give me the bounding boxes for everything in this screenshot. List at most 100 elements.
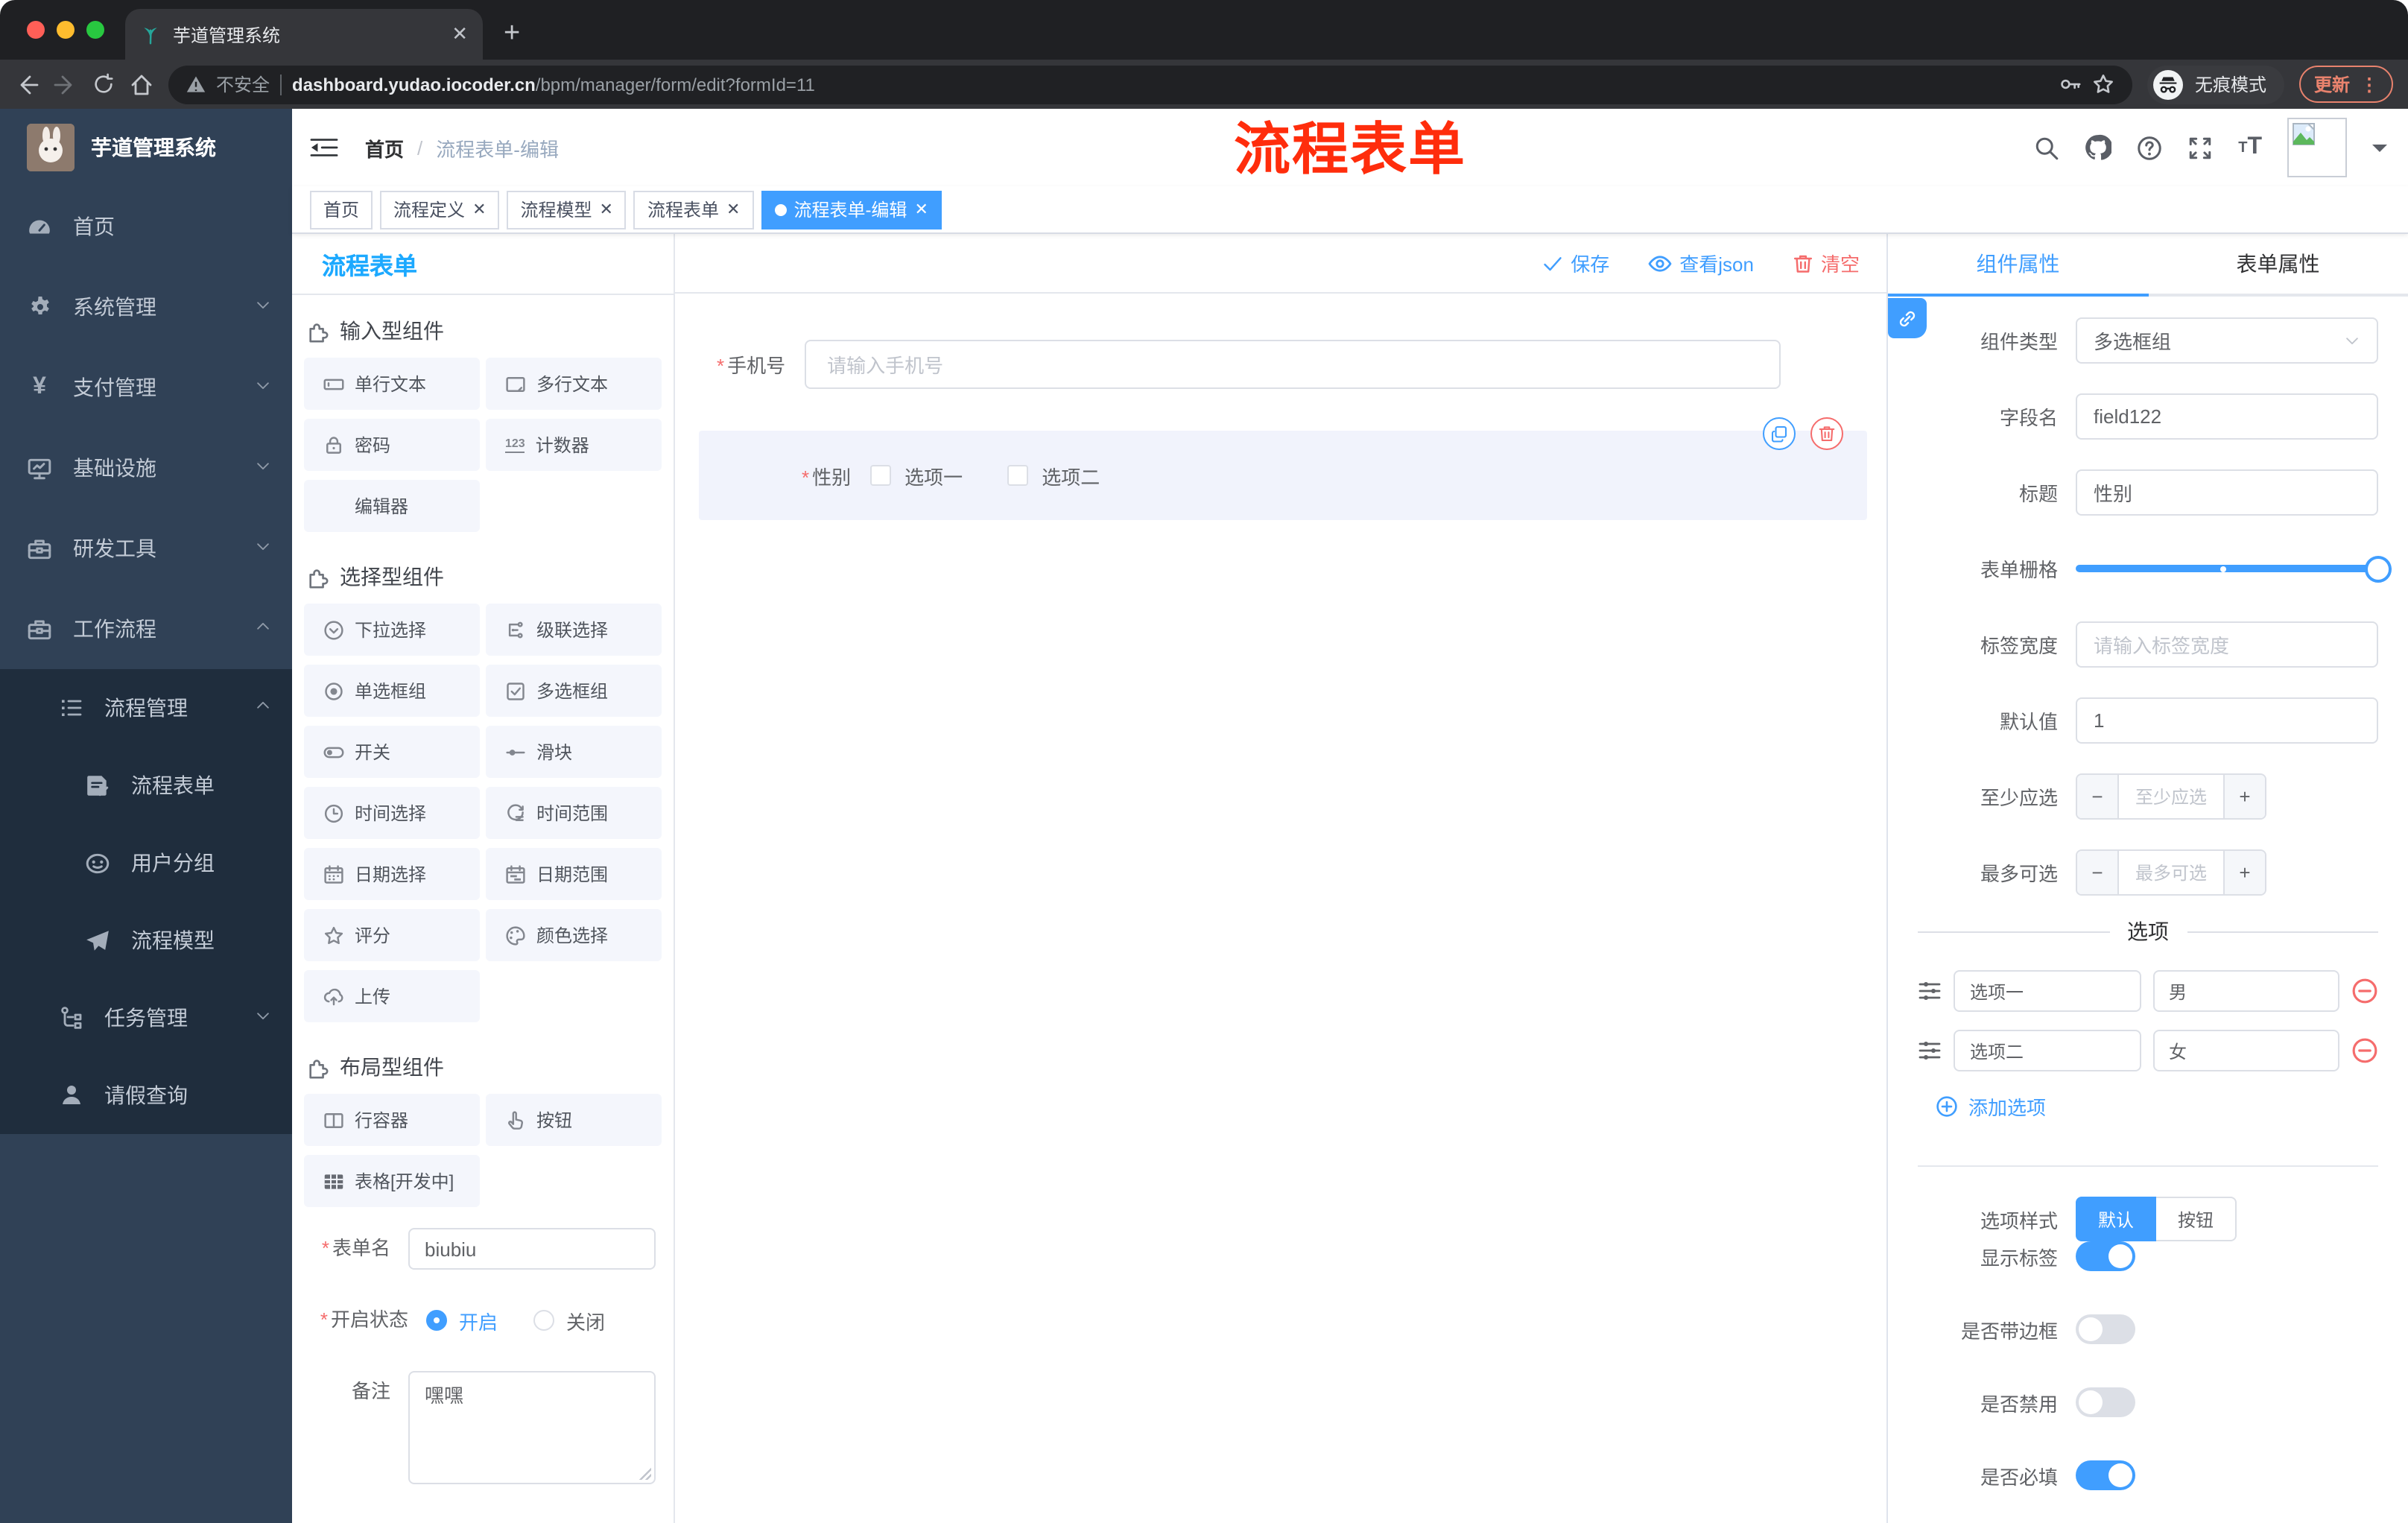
component-chip-time-picker[interactable]: 时间选择 [304,787,480,839]
component-chip-row-container[interactable]: 行容器 [304,1094,480,1146]
new-tab-button[interactable]: + [504,18,520,60]
max-select-input[interactable]: 最多可选 [2119,851,2223,894]
view-json-button[interactable]: 查看json [1648,249,1754,277]
option-value-input[interactable]: 女 [2152,1030,2339,1071]
maximize-window-button[interactable] [86,21,104,39]
component-chip-slider[interactable]: 滑块 [486,726,662,778]
form-name-input[interactable]: biubiu [408,1228,656,1270]
component-chip-color-picker[interactable]: 颜色选择 [486,909,662,961]
component-chip-editor[interactable]: 编辑器 [304,480,480,532]
component-chip-select[interactable]: 下拉选择 [304,604,480,656]
avatar-caret-icon[interactable] [2372,144,2387,159]
min-select-stepper[interactable]: − 至少应选 + [2076,773,2266,820]
slider-handle[interactable] [2365,555,2392,582]
label-width-input[interactable]: 请输入标签宽度 [2076,621,2378,668]
component-chip-time-range[interactable]: 时间范围 [486,787,662,839]
component-chip-multi-text[interactable]: 多行文本 [486,358,662,410]
minus-button[interactable]: − [2077,851,2119,894]
github-icon[interactable] [2085,134,2112,161]
component-chip-checkbox-group[interactable]: 多选框组 [486,665,662,717]
sidebar-item-home[interactable]: 首页 [0,186,292,267]
canvas-field-gender-selected[interactable]: * 性别 选项一 选项二 [699,417,1867,520]
save-button[interactable]: 保存 [1542,249,1609,277]
sidebar-item-process-model[interactable]: 流程模型 [0,902,292,979]
field-name-input[interactable]: field122 [2076,393,2378,440]
option-value-input[interactable]: 男 [2152,970,2339,1012]
search-icon[interactable] [2034,135,2059,160]
browser-menu-icon[interactable]: ⋮ [2360,74,2378,95]
sidebar-item-process-form[interactable]: 流程表单 [0,747,292,824]
close-icon[interactable]: ✕ [726,200,740,219]
remove-option-icon[interactable] [2351,1037,2378,1064]
tab-process-form-edit[interactable]: 流程表单-编辑 ✕ [761,190,942,229]
style-button-button[interactable]: 按钮 [2156,1197,2237,1241]
status-radio-off[interactable]: 关闭 [533,1306,605,1334]
with-border-toggle[interactable] [2076,1314,2135,1344]
component-chip-button[interactable]: 按钮 [486,1094,662,1146]
close-icon[interactable]: ✕ [600,200,613,219]
address-bar[interactable]: 不安全 dashboard.yudao.iocoder.cn/bpm/manag… [168,65,2132,104]
minimize-window-button[interactable] [57,21,75,39]
sidebar-item-user-group[interactable]: 用户分组 [0,824,292,902]
sidebar-item-task-mgmt[interactable]: 任务管理 [0,979,292,1057]
tab-form-props[interactable]: 表单属性 [2148,234,2408,297]
link-icon[interactable] [1888,298,1927,338]
slider-track[interactable] [2076,555,2392,582]
tab-home[interactable]: 首页 [310,190,373,229]
option-label-input[interactable]: 选项二 [1954,1030,2141,1071]
default-value-input[interactable]: 1 [2076,697,2378,744]
canvas-body[interactable]: * 手机号 请输入手机号 * 性别 选项一 选项二 [675,294,1886,1523]
component-chip-date-picker[interactable]: 日期选择 [304,848,480,900]
min-select-input[interactable]: 至少应选 [2119,775,2223,818]
component-chip-single-text[interactable]: 单行文本 [304,358,480,410]
plus-button[interactable]: + [2223,851,2265,894]
plus-button[interactable]: + [2223,775,2265,818]
gender-checkbox-option1[interactable]: 选项一 [870,461,963,490]
duplicate-field-button[interactable] [1763,417,1796,450]
close-icon[interactable]: ✕ [472,200,486,219]
tab-process-definition[interactable]: 流程定义 ✕ [380,190,500,229]
sidebar-item-workflow[interactable]: 工作流程 [0,589,292,669]
component-chip-counter[interactable]: 123 计数器 [486,419,662,471]
sidebar-item-payment[interactable]: ¥ 支付管理 [0,347,292,428]
component-chip-cascader[interactable]: 级联选择 [486,604,662,656]
close-tab-icon[interactable]: ✕ [452,22,468,46]
style-default-button[interactable]: 默认 [2076,1197,2156,1241]
gender-checkbox-option2[interactable]: 选项二 [1007,461,1100,490]
warning-icon[interactable] [186,75,206,94]
home-icon[interactable] [130,72,153,96]
delete-field-button[interactable] [1810,417,1843,450]
add-option-button[interactable]: 添加选项 [1936,1092,2378,1121]
component-type-select[interactable]: 多选框组 [2076,317,2378,364]
max-select-stepper[interactable]: − 最多可选 + [2076,849,2266,896]
component-chip-rate[interactable]: 评分 [304,909,480,961]
form-grid-slider[interactable] [2076,545,2392,592]
help-icon[interactable] [2137,135,2162,160]
bookmark-star-icon[interactable] [2092,73,2114,95]
avatar[interactable] [2287,118,2347,177]
browser-update-button[interactable]: 更新 ⋮ [2298,66,2393,103]
clear-button[interactable]: 清空 [1793,249,1860,277]
drag-handle-icon[interactable] [1918,979,1942,1003]
component-chip-table[interactable]: 表格[开发中] [304,1155,480,1207]
option-label-input[interactable]: 选项一 [1954,970,2141,1012]
sidebar-item-process-mgmt[interactable]: 流程管理 [0,669,292,747]
breadcrumb-home[interactable]: 首页 [365,133,404,162]
disabled-toggle[interactable] [2076,1387,2135,1417]
tab-component-props[interactable]: 组件属性 [1888,234,2148,297]
sidebar-item-infra[interactable]: 基础设施 [0,428,292,508]
password-key-icon[interactable] [2059,73,2082,95]
required-toggle[interactable] [2076,1460,2135,1490]
status-radio-on[interactable]: 开启 [426,1306,498,1334]
forward-icon[interactable] [54,72,77,96]
sidebar-fold-icon[interactable] [310,136,338,159]
form-remark-textarea[interactable]: 嘿嘿 [408,1371,656,1484]
sidebar-item-leave-query[interactable]: 请假查询 [0,1057,292,1134]
component-chip-password[interactable]: 密码 [304,419,480,471]
component-chip-date-range[interactable]: 日期范围 [486,848,662,900]
window-controls[interactable] [0,0,125,60]
title-input[interactable]: 性别 [2076,469,2378,516]
tab-process-form[interactable]: 流程表单 ✕ [633,190,754,229]
browser-tab[interactable]: 芋道管理系统 ✕ [125,9,483,60]
sidebar-item-devtools[interactable]: 研发工具 [0,508,292,589]
